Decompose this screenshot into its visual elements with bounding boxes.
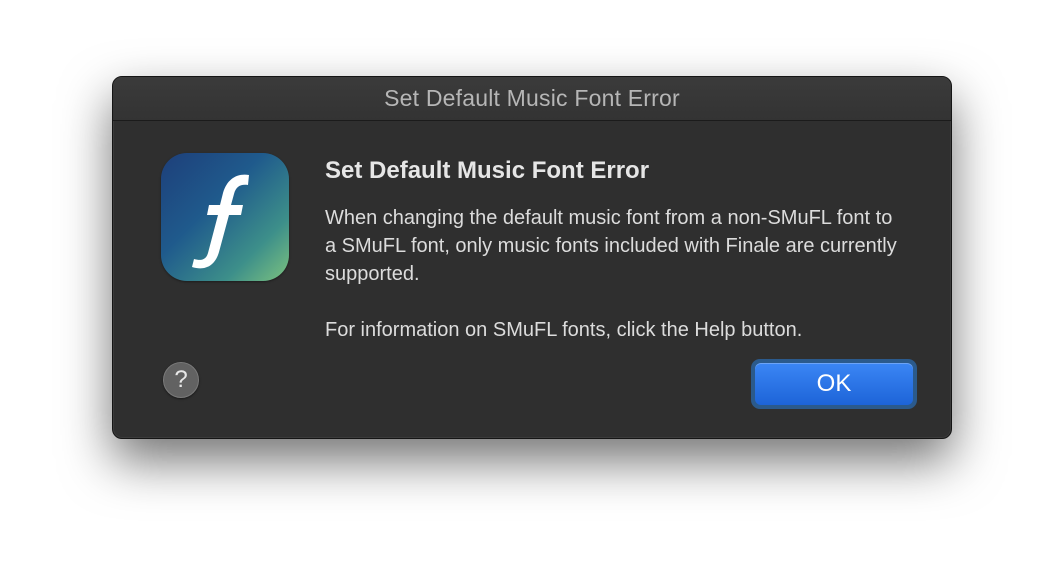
finale-app-icon (161, 153, 289, 281)
alert-message: When changing the default music font fro… (325, 204, 905, 344)
ok-button[interactable]: OK (755, 363, 913, 405)
finale-f-glyph-icon (192, 174, 249, 269)
help-button[interactable]: ? (163, 362, 199, 398)
title-bar[interactable]: Set Default Music Font Error (113, 77, 951, 121)
alert-message-paragraph-1: When changing the default music font fro… (325, 207, 897, 285)
alert-message-paragraph-2: For information on SMuFL fonts, click th… (325, 319, 803, 341)
alert-heading: Set Default Music Font Error (325, 157, 650, 184)
ok-button-focus-ring: OK (751, 359, 917, 409)
alert-dialog: Set Default Music Font Error Set Default… (112, 76, 952, 439)
question-mark-icon: ? (174, 366, 188, 393)
screen: Set Default Music Font Error Set Default… (0, 0, 1064, 588)
window-title: Set Default Music Font Error (384, 85, 680, 111)
